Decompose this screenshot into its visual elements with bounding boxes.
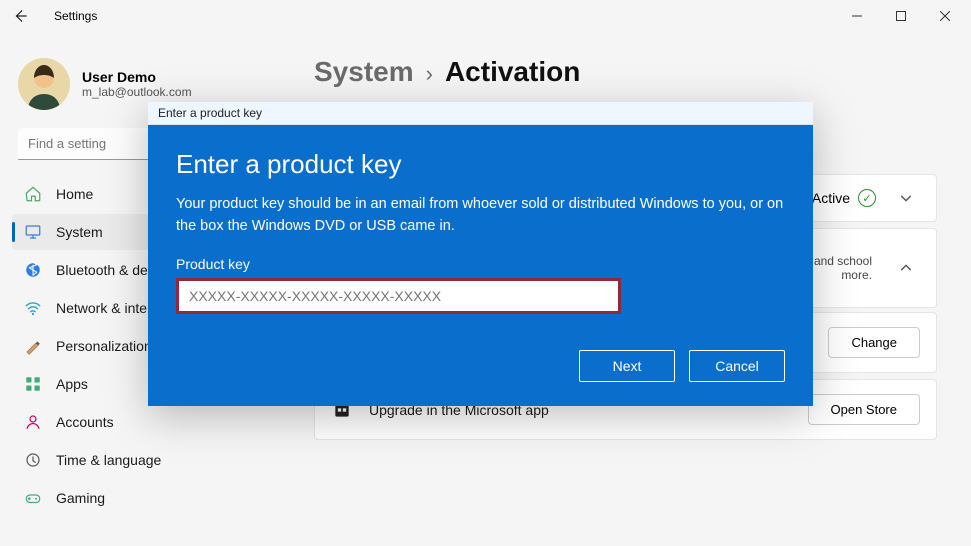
chevron-right-icon: › [426,61,433,87]
breadcrumb-parent[interactable]: System [314,56,414,88]
profile-name: User Demo [82,69,192,85]
detail-text-2: more. [814,268,872,282]
close-button[interactable] [923,0,967,32]
dialog-title: Enter a product key [176,149,785,180]
sidebar-item-label: Time & language [56,452,161,468]
sidebar-item-label: System [56,224,103,240]
product-key-label: Product key [176,256,785,272]
expand-button[interactable] [892,191,920,205]
sidebar-item-label: Apps [56,376,88,392]
profile-email: m_lab@outlook.com [82,85,192,99]
network-icon [24,299,42,317]
time-icon [24,451,42,469]
change-button[interactable]: Change [828,327,920,358]
window-title: Settings [36,9,97,23]
check-icon: ✓ [858,189,876,207]
personalization-icon [24,337,42,355]
sidebar-item-label: Accounts [56,414,114,430]
home-icon [24,185,42,203]
activation-status-text: Active [812,190,850,206]
sidebar-item-time[interactable]: Time & language [12,442,274,478]
apps-icon [24,375,42,393]
breadcrumb-current: Activation [445,56,580,88]
minimize-button[interactable] [835,0,879,32]
breadcrumb: System › Activation [314,56,937,88]
maximize-button[interactable] [879,0,923,32]
product-key-field-wrap [176,278,621,314]
next-button[interactable]: Next [579,350,675,382]
detail-text-1: and school [814,254,872,268]
product-key-dialog: Enter a product key Enter a product key … [148,102,813,406]
dialog-description: Your product key should be in an email f… [176,194,785,238]
product-key-input[interactable] [179,281,618,311]
sidebar-item-gaming[interactable]: Gaming [12,480,274,516]
titlebar: Settings [0,0,971,32]
back-button[interactable] [4,0,36,32]
avatar [18,58,70,110]
sidebar-item-accounts[interactable]: Accounts [12,404,274,440]
collapse-button[interactable] [892,261,920,275]
gaming-icon [24,489,42,507]
cancel-button[interactable]: Cancel [689,350,785,382]
sidebar-item-label: Home [56,186,93,202]
bluetooth-icon [24,261,42,279]
accounts-icon [24,413,42,431]
sidebar-item-label: Personalization [56,338,152,354]
open-store-button[interactable]: Open Store [808,394,921,425]
dialog-header: Enter a product key [148,102,813,125]
system-icon [24,223,42,241]
sidebar-item-label: Gaming [56,490,105,506]
